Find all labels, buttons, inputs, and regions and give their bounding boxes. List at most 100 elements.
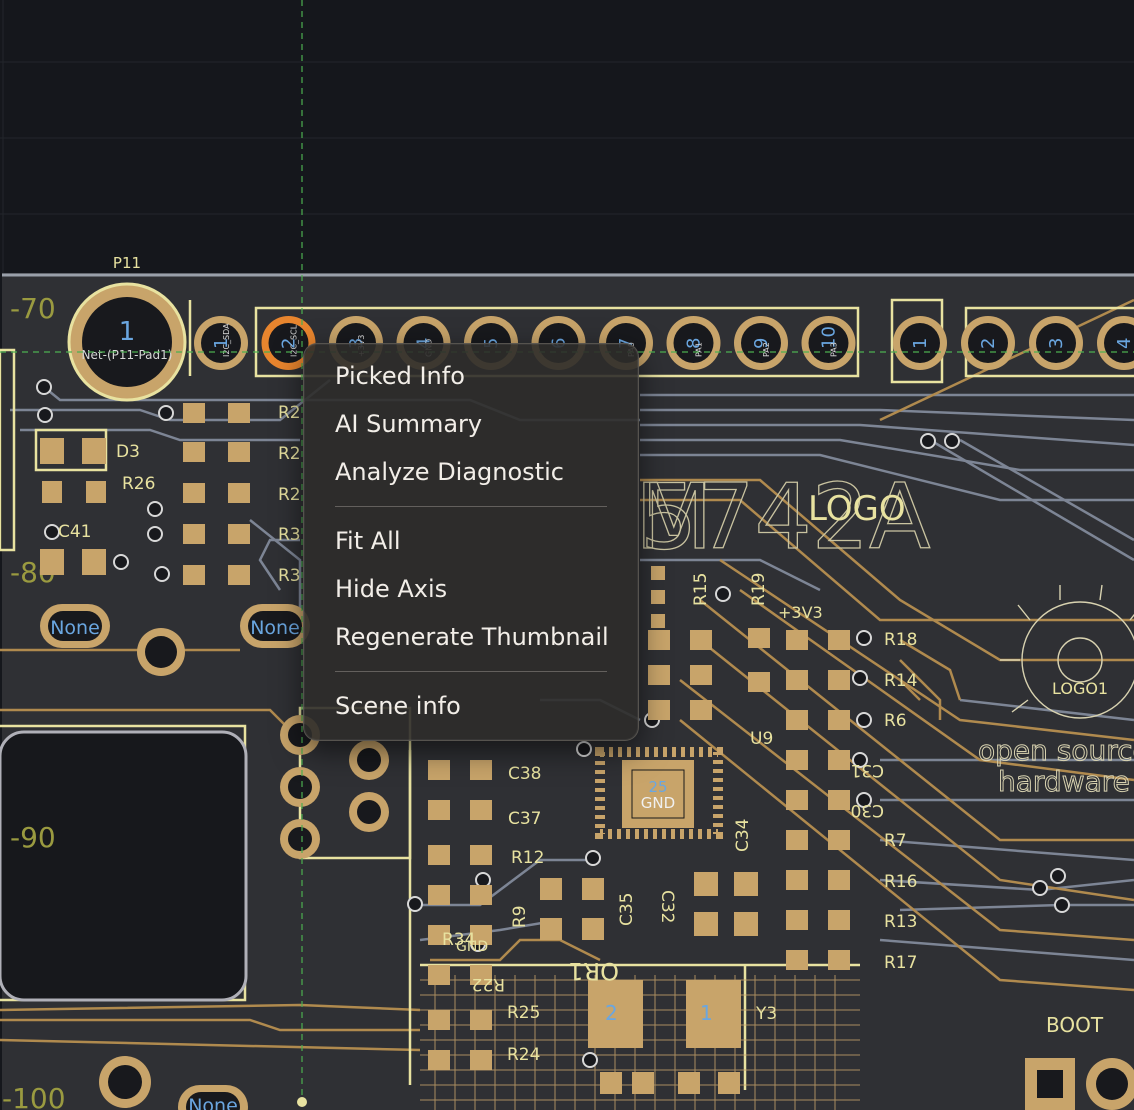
- menu-item-regenerate-thumbnail[interactable]: Regenerate Thumbnail: [304, 613, 638, 661]
- via: [856, 630, 872, 646]
- axis-origin: [297, 1097, 307, 1107]
- smd-pad: [786, 790, 808, 810]
- menu-item-analyze-diagnostic[interactable]: Analyze Diagnostic: [304, 448, 638, 496]
- smd-pad: [786, 710, 808, 730]
- smd-pad: [582, 878, 604, 900]
- smd-pad: [651, 614, 665, 628]
- header-pin[interactable]: 1I2C_SDA: [194, 316, 248, 370]
- menu-item-fit-all[interactable]: Fit All: [304, 517, 638, 565]
- header-pin[interactable]: 3: [1029, 316, 1083, 370]
- smd-pad: [828, 670, 850, 690]
- header-pin[interactable]: 10PA3: [801, 316, 856, 370]
- via: [158, 405, 174, 421]
- pin-net: PA2: [762, 342, 771, 357]
- silk-label: D3: [116, 442, 140, 462]
- pad-net: GND: [641, 794, 675, 812]
- smd-pad: [651, 590, 665, 604]
- silk-label: R24: [507, 1045, 540, 1065]
- smd-pad: [183, 565, 205, 585]
- component-ref: P11: [113, 254, 141, 272]
- header-pin[interactable]: 1: [893, 316, 947, 370]
- silk-label: R2: [278, 485, 301, 505]
- smd-pad: [86, 481, 106, 503]
- menu-item-picked-info[interactable]: Picked Info: [304, 352, 638, 400]
- smd-pad: [828, 950, 850, 970]
- silk-label: +3V3: [778, 603, 823, 622]
- smd-pad: [428, 1010, 450, 1030]
- via: [113, 554, 129, 570]
- silk-label: R7: [884, 831, 907, 851]
- smd-pad: [582, 918, 604, 940]
- smd-pad: [470, 1050, 492, 1070]
- silk-label: R16: [884, 872, 917, 892]
- ruler-label: -90: [10, 821, 56, 854]
- smd-pad: [42, 481, 62, 503]
- header-pin[interactable]: 2: [961, 316, 1015, 370]
- silk-label: R26: [122, 474, 155, 494]
- silk-label: LOGO: [808, 489, 906, 529]
- via: [407, 896, 423, 912]
- smd-pad: [734, 872, 758, 896]
- smd-pad: [228, 524, 250, 544]
- pcb-viewer[interactable]: 5742A M -70 -80 -90 -100 1 Net-(P11-Pad1…: [0, 0, 1134, 1110]
- smd-pad: [694, 912, 718, 936]
- via: [37, 407, 53, 423]
- silk-label: OR1: [568, 957, 619, 985]
- smd-pad: [82, 438, 106, 464]
- smd-pad: [694, 872, 718, 896]
- silk-label: R18: [884, 630, 917, 650]
- smd-pad: [748, 628, 770, 648]
- pad-label: None: [250, 617, 300, 639]
- net-label: Net-(P11-Pad1): [82, 348, 173, 362]
- silk-label: C37: [508, 809, 542, 829]
- pad-label: None: [188, 1095, 238, 1110]
- silk-label: R25: [507, 1003, 540, 1023]
- smd-pad: [828, 910, 850, 930]
- smd-pad: [828, 710, 850, 730]
- smd-pad: [690, 665, 712, 685]
- smd-pad: [748, 672, 770, 692]
- smd-pad: [718, 1072, 740, 1094]
- menu-item-scene-info[interactable]: Scene info: [304, 682, 638, 730]
- menu-separator: [335, 671, 607, 672]
- menu-item-ai-summary[interactable]: AI Summary: [304, 400, 638, 448]
- smd-pad: [470, 885, 492, 905]
- via: [154, 566, 170, 582]
- pin-net: PA3: [830, 342, 839, 357]
- smd-pad: [786, 830, 808, 850]
- context-menu: Picked Info AI Summary Analyze Diagnosti…: [303, 343, 639, 741]
- smd-pad: [470, 760, 492, 780]
- smd-pad: [648, 700, 670, 720]
- smd-pad: [828, 750, 850, 770]
- smd-pad: [428, 760, 450, 780]
- silk-label: C30: [850, 800, 884, 820]
- smd-pad: [40, 438, 64, 464]
- silk-label: R2: [278, 403, 301, 423]
- smd-pad: [183, 524, 205, 544]
- smd-pad: [428, 885, 450, 905]
- silk-label: R6: [884, 711, 907, 731]
- via: [1050, 868, 1066, 884]
- header-pin[interactable]: 8PA1: [666, 316, 721, 370]
- smd-pad: [648, 630, 670, 650]
- silk-label: LOGO1: [1052, 679, 1108, 698]
- smd-pad: [651, 566, 665, 580]
- smd-pad: [786, 630, 808, 650]
- silk-label: C41: [58, 522, 92, 542]
- menu-item-hide-axis[interactable]: Hide Axis: [304, 565, 638, 613]
- pin-number: 3: [1046, 338, 1067, 349]
- via: [1054, 897, 1070, 913]
- header-pin[interactable]: 9PA2: [734, 316, 788, 370]
- smd-pad: [470, 845, 492, 865]
- smd-pad: [228, 442, 250, 462]
- smd-pad: [690, 630, 712, 650]
- via: [475, 872, 491, 888]
- via: [36, 379, 52, 395]
- via: [147, 501, 163, 517]
- silk-label: C34: [733, 818, 753, 852]
- smd-pad: [632, 1072, 654, 1094]
- smd-pad: [828, 630, 850, 650]
- smd-pad: [228, 565, 250, 585]
- silk-label: R12: [511, 848, 544, 868]
- svg-text:1: 1: [700, 1001, 713, 1025]
